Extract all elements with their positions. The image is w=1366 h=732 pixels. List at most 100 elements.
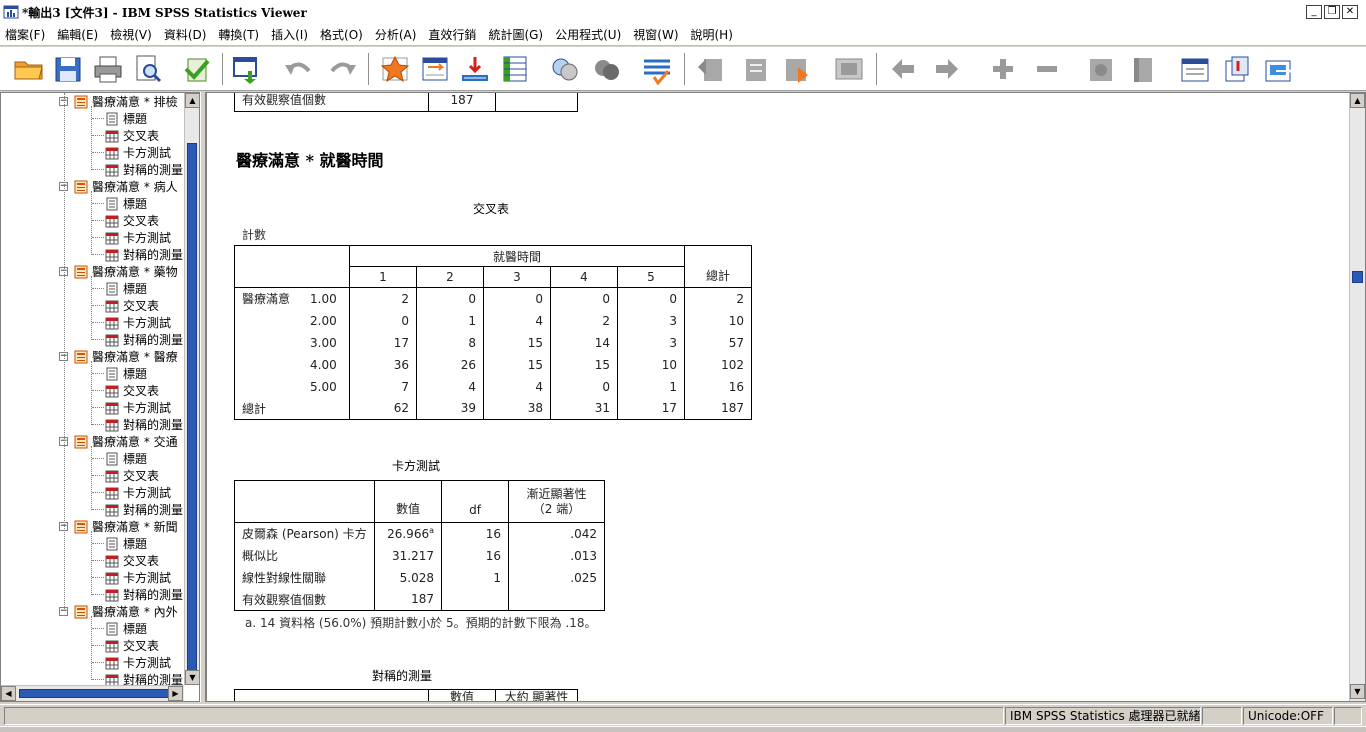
outline-horizontal-scrollbar[interactable]: ◀ ▶ [1,685,184,701]
outline-item[interactable]: 對稱的測量 [105,246,183,263]
menu-transform[interactable]: 轉換(T) [212,24,265,46]
outline-group[interactable]: − 醫療滿意 * 排檢 [59,93,178,110]
outline-vertical-scrollbar[interactable]: ▲ ▼ [184,93,199,685]
outline-item[interactable]: 對稱的測量 [105,501,183,518]
outline-group[interactable]: − 醫療滿意 * 醫療 [59,348,178,365]
spelling-icon[interactable] [640,53,674,85]
menu-window[interactable]: 視窗(W) [627,24,684,46]
outline-item[interactable]: 標題 [105,620,147,637]
save-disk-icon[interactable] [51,53,85,85]
previous-icon[interactable] [886,53,920,85]
outline-item[interactable]: 卡方測試 [105,229,171,246]
outline-item[interactable]: 標題 [105,450,147,467]
outline-item[interactable]: 卡方測試 [105,399,171,416]
scroll-thumb[interactable] [187,143,197,673]
outline-item[interactable]: 對稱的測量 [105,586,183,603]
outline-item[interactable]: 標題 [105,280,147,297]
print-icon[interactable] [91,53,125,85]
outline-item[interactable]: 交叉表 [105,382,159,399]
outline-item[interactable]: 卡方測試 [105,654,171,671]
export-output-icon[interactable] [1262,53,1296,85]
scroll-left-arrow[interactable]: ◀ [1,686,16,701]
outline-item[interactable]: 交叉表 [105,127,159,144]
insert-heading-icon[interactable] [1084,53,1118,85]
outline-group[interactable]: − 醫療滿意 * 新聞 [59,518,178,535]
menu-insert[interactable]: 插入(I) [265,24,314,46]
menu-format[interactable]: 格式(O) [314,24,369,46]
goto-data-icon[interactable] [378,53,412,85]
recall-dialog-icon[interactable] [230,53,264,85]
close-button[interactable]: ✕ [1342,5,1358,19]
outline-item[interactable]: 對稱的測量 [105,331,183,348]
minimize-button[interactable]: _ [1306,5,1322,19]
export-icon[interactable] [180,53,214,85]
symmetric-table[interactable]: 數值 大約 顯著性 [234,689,578,701]
outline-item[interactable]: 交叉表 [105,212,159,229]
promote-icon[interactable] [694,53,728,85]
menu-help[interactable]: 說明(H) [685,24,739,46]
outline-item[interactable]: 卡方測試 [105,484,171,501]
use-sets-icon[interactable] [548,53,582,85]
outline-item[interactable]: 卡方測試 [105,569,171,586]
outline-group[interactable]: − 醫療滿意 * 內外 [59,603,178,620]
outline-item[interactable]: 標題 [105,110,147,127]
insert-title-icon[interactable] [1126,53,1160,85]
outline-item[interactable]: 交叉表 [105,297,159,314]
menu-analyze[interactable]: 分析(A) [369,24,423,46]
section-heading[interactable]: 醫療滿意 * 就醫時間 [236,147,384,171]
print-preview-icon[interactable] [131,53,165,85]
outline-item[interactable]: 卡方測試 [105,314,171,331]
redo-icon[interactable] [326,53,360,85]
chisq-table[interactable]: 數值 df 漸近顯著性 （2 端） 皮爾森 (Pearson) 卡方 26.966… [234,480,605,611]
undo-icon[interactable] [281,53,315,85]
collapse-icon[interactable] [832,53,866,85]
minus-icon[interactable] [1030,53,1064,85]
restore-button[interactable]: ❐ [1324,5,1340,19]
status-bar: IBM SPSS Statistics 處理器已就緒 Unicode:OFF [0,704,1366,726]
designate-window-icon[interactable] [1220,53,1254,85]
outline-item[interactable]: 對稱的測量 [105,161,183,178]
plus-icon[interactable] [986,53,1020,85]
scroll-thumb[interactable] [19,689,169,698]
menu-file[interactable]: 檔案(F) [0,24,51,46]
scroll-thumb[interactable] [1352,271,1363,283]
show-all-icon[interactable] [590,53,624,85]
table-cell: 10 [617,353,685,376]
outline-item[interactable]: 標題 [105,535,147,552]
row-header: 3.00 [235,332,350,354]
outline-item[interactable]: 交叉表 [105,467,159,484]
goto-variable-icon[interactable] [458,53,492,85]
menu-direct-marketing[interactable]: 直效行銷 [422,24,482,46]
output-vertical-scrollbar[interactable]: ▲ ▼ [1349,93,1365,701]
table-cell: 15 [550,353,618,376]
outline-item[interactable]: 交叉表 [105,637,159,654]
scroll-right-arrow[interactable]: ▶ [168,686,183,701]
outline-item[interactable]: 交叉表 [105,552,159,569]
expand-icon[interactable] [780,53,814,85]
open-folder-icon[interactable] [12,53,46,85]
goto-case-icon[interactable] [418,53,452,85]
row-header: 線性對線性關聯 [242,571,327,585]
scroll-up-arrow[interactable]: ▲ [1350,93,1365,108]
scroll-down-arrow[interactable]: ▼ [1350,684,1365,699]
crosstab-table[interactable]: 就醫時間 總計 12345 醫療滿意 1.00 2 0 0 0 0 2 2.00 0 1 4 2 3 10 3… [234,245,752,420]
scroll-down-arrow[interactable]: ▼ [185,670,199,685]
outline-item[interactable]: 卡方測試 [105,144,171,161]
menu-edit[interactable]: 編輯(E) [51,24,104,46]
next-icon[interactable] [930,53,964,85]
menu-graphs[interactable]: 統計圖(G) [482,24,549,46]
outline-group[interactable]: − 醫療滿意 * 藥物 [59,263,178,280]
demote-icon[interactable] [740,53,774,85]
outline-item[interactable]: 對稱的測量 [105,416,183,433]
scroll-up-arrow[interactable]: ▲ [185,93,199,108]
outline-group[interactable]: − 醫療滿意 * 病人 [59,178,178,195]
outline-item[interactable]: 對稱的測量 [105,671,183,685]
outline-group[interactable]: − 醫療滿意 * 交通 [59,433,178,450]
variables-icon[interactable] [498,53,532,85]
menu-view[interactable]: 檢視(V) [104,24,158,46]
outline-item[interactable]: 標題 [105,195,147,212]
menu-data[interactable]: 資料(D) [158,24,213,46]
insert-text-icon[interactable] [1178,53,1212,85]
menu-utilities[interactable]: 公用程式(U) [549,24,627,46]
outline-item[interactable]: 標題 [105,365,147,382]
